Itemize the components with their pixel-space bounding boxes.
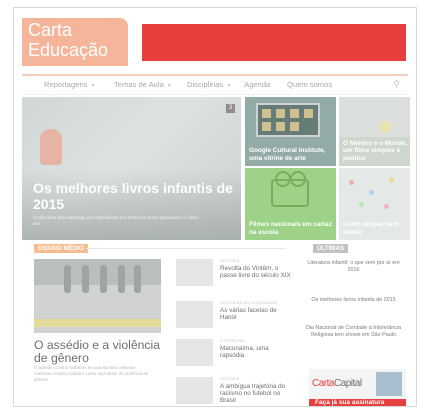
hero-title[interactable]: Os melhores livros infantis de 2015: [33, 180, 241, 212]
list-item-category: HISTÓRIA: [220, 259, 240, 263]
logo-line-1: Carta: [28, 20, 73, 40]
nav-item-temas-de-aula[interactable]: Temas de Aula ▼: [114, 80, 172, 89]
web-page: Carta Educação Reportagens ▼ Temas de Aul…: [13, 7, 417, 407]
nav-item-disciplinas[interactable]: Disciplinas ▼: [187, 80, 231, 89]
list-item-headline[interactable]: A ambígua trajetória do racismo no futeb…: [220, 383, 292, 405]
nav-label: Temas de Aula: [114, 80, 164, 89]
feature-subtitle: O assédio contra mulheres em transportes…: [34, 365, 149, 382]
latest-link[interactable]: Literatura infantil: o que vem por aí em…: [301, 260, 406, 274]
cartacapital-ad[interactable]: CartaCapital Faça já sua assinatura: [309, 369, 406, 406]
tile-caption: Google Cultural Institute, uma vitrine d…: [249, 147, 326, 162]
chevron-down-icon: ▼: [90, 83, 96, 89]
list-item-headline[interactable]: As várias facetas de Hanói: [220, 307, 292, 321]
tile-como-elogiar[interactable]: Como elogiar sem mimar: [339, 168, 410, 240]
list-item[interactable]: HISTÓRIA A ambígua trajetória do racismo…: [176, 377, 296, 406]
hero-image: [40, 129, 62, 165]
section-badge-ensino-medio[interactable]: ENSINO MÉDIO: [34, 244, 88, 253]
latest-link[interactable]: Os melhores livros infantis de 2015: [301, 297, 406, 304]
hero-slide[interactable]: 3 Os melhores livros infantis de 2015 Co…: [22, 97, 241, 240]
camera-icon: [271, 171, 309, 207]
list-item[interactable]: HISTÓRIA Revolta do Vintém, o passe livr…: [176, 259, 296, 293]
list-item-headline[interactable]: Revolta do Vintém, o passe livre do sécu…: [220, 265, 292, 279]
list-item-category: LITERATURA: [220, 339, 246, 343]
top-banner-ad[interactable]: [142, 24, 406, 61]
nav-item-agenda[interactable]: Agenda: [244, 80, 270, 89]
chevron-down-icon: ▼: [226, 83, 232, 89]
slide-counter[interactable]: 3: [226, 104, 235, 113]
search-icon[interactable]: ⚲: [393, 79, 400, 90]
list-item-category: HISTÓRIA: [220, 377, 240, 381]
list-item[interactable]: HISTÓRIAS DA HUMANIDADE As várias faceta…: [176, 301, 296, 335]
list-item[interactable]: LITERATURA Macunaíma, uma rapsódia: [176, 339, 296, 373]
section-badge-ultimas[interactable]: ÚLTIMAS: [313, 244, 349, 253]
tile-image: [379, 121, 391, 133]
nav-label: Disciplinas: [187, 80, 224, 89]
site-logo[interactable]: Carta Educação: [22, 18, 128, 66]
nav-item-reportagens[interactable]: Reportagens ▼: [44, 80, 95, 89]
list-item-thumbnail[interactable]: [176, 301, 213, 328]
logo-line-2: Educação: [28, 40, 109, 60]
feature-title[interactable]: O assédio e a violência de gênero: [34, 339, 169, 365]
tile-caption: Filmes nacionais em cartaz na escola: [249, 221, 332, 236]
latest-link[interactable]: Dia Nacional de Combate à Intolerância R…: [301, 325, 406, 339]
nav-item-quem-somos[interactable]: Quem somos: [287, 80, 332, 89]
tile-google-cultural[interactable]: Google Cultural Institute, uma vitrine d…: [245, 97, 336, 166]
ad-brand: CartaCapital: [312, 378, 362, 389]
feature-image[interactable]: [34, 259, 161, 333]
ad-cta[interactable]: Faça já sua assinatura: [309, 399, 406, 406]
magazine-cover: [376, 372, 402, 396]
tile-image: [256, 103, 320, 137]
tile-filmes-nacionais[interactable]: Filmes nacionais em cartaz na escola: [245, 168, 336, 240]
tile-caption: Como elogiar sem mimar: [343, 221, 399, 236]
list-item-category: HISTÓRIAS DA HUMANIDADE: [220, 301, 278, 305]
list-item-headline[interactable]: Macunaíma, uma rapsódia: [220, 345, 292, 359]
list-item-thumbnail[interactable]: [176, 339, 213, 366]
list-item-thumbnail[interactable]: [176, 377, 213, 404]
chevron-down-icon: ▼: [166, 83, 172, 89]
tile-o-menino[interactable]: O Menino e o Mundo, um filme simples e p…: [339, 97, 410, 166]
section-divider: [86, 248, 286, 249]
nav-label: Reportagens: [44, 80, 88, 89]
list-item-thumbnail[interactable]: [176, 259, 213, 286]
hero-subtitle: Confira uma lista elaborada por especial…: [33, 215, 199, 226]
tile-caption: O Menino e o Mundo, um filme simples e p…: [343, 139, 408, 162]
main-nav: Reportagens ▼ Temas de Aula ▼ Disciplinas ▼…: [22, 74, 408, 95]
